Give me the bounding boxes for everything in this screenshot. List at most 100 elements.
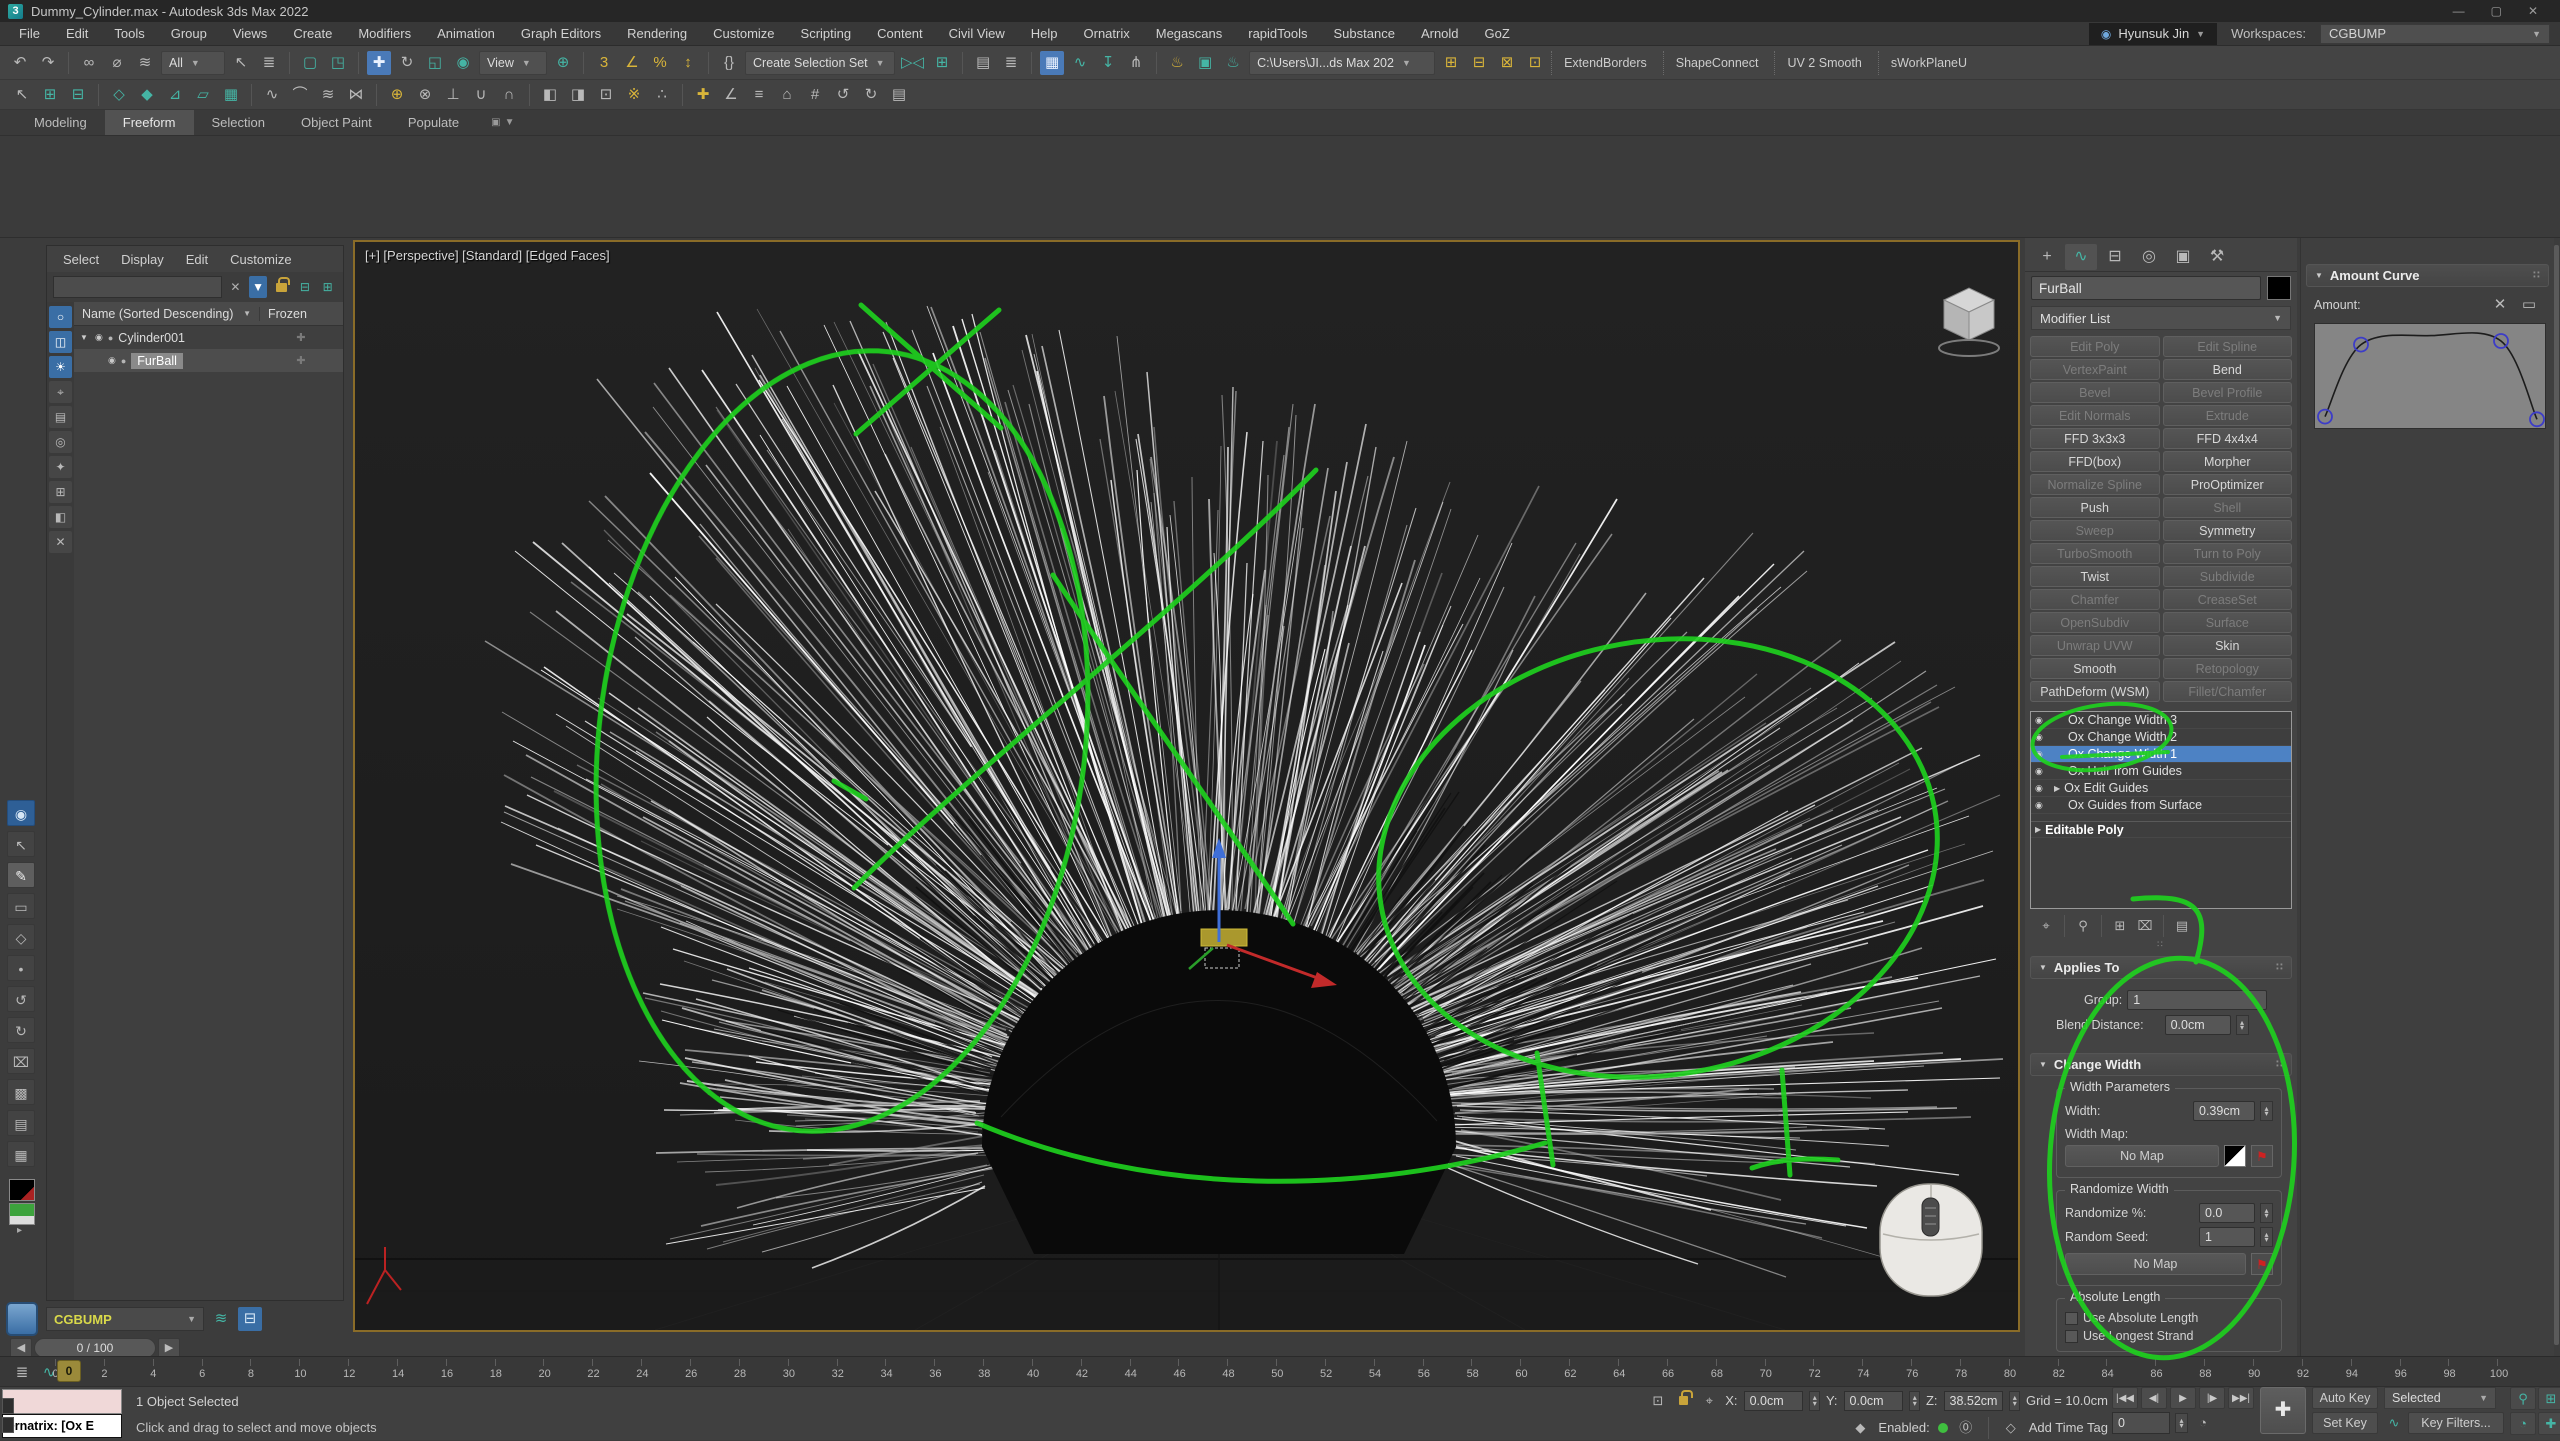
link-file-icon[interactable]: ⊠ xyxy=(1495,51,1519,75)
expand-tree-icon[interactable]: ⊞ xyxy=(318,276,337,298)
menu-item[interactable]: Customize xyxy=(702,22,785,45)
modifier-set-button[interactable]: Subdivide xyxy=(2163,566,2293,587)
ribbon-tab[interactable]: Selection xyxy=(194,110,283,135)
modeling-tool-icon[interactable]: ⌒ xyxy=(288,83,312,107)
custom-toolbar-button[interactable]: sWorkPlaneU xyxy=(1878,51,1979,75)
next-frame-button[interactable]: ▶ xyxy=(158,1338,180,1358)
expand-caret-icon[interactable]: ▶ xyxy=(2035,825,2041,834)
secondary-color-swatch[interactable] xyxy=(9,1203,35,1225)
frozen-cell-icon[interactable]: ✚ xyxy=(259,354,343,367)
layer-stack-icon[interactable]: ≋ xyxy=(209,1307,233,1331)
key-mode-icon[interactable]: ∿ xyxy=(2384,1413,2404,1433)
search-filter-icon[interactable]: ▼ xyxy=(249,276,268,298)
modeling-tool-icon[interactable]: ≡ xyxy=(747,83,771,107)
time-slider-handle[interactable]: 0 xyxy=(57,1360,81,1382)
motion-tab-icon[interactable]: ◎ xyxy=(2133,244,2165,270)
modifier-stack-item[interactable]: ◉ Ox Hair from Guides xyxy=(2031,763,2291,780)
rendered-frame-window-icon[interactable]: ▣ xyxy=(1193,51,1217,75)
modifier-set-button[interactable]: Skin xyxy=(2163,635,2293,656)
modeling-tool-icon[interactable]: ⊡ xyxy=(594,83,618,107)
lock-icon[interactable] xyxy=(276,283,286,292)
filter-geometry-icon[interactable]: ◫ xyxy=(49,331,72,353)
filter-containers-icon[interactable]: ⊞ xyxy=(49,481,72,503)
modifier-set-button[interactable]: Surface xyxy=(2163,612,2293,633)
panel-scrollbar[interactable] xyxy=(2554,245,2559,1345)
menu-item[interactable]: GoZ xyxy=(1474,22,1521,45)
modifier-eye-icon[interactable]: ◉ xyxy=(2035,715,2050,726)
listener-script-line[interactable]: Ornatrix: [Ox E xyxy=(2,1414,122,1438)
key-filters-button[interactable]: Key Filters... xyxy=(2408,1412,2504,1434)
modifier-set-button[interactable]: Retopology xyxy=(2163,658,2293,679)
modifier-set-button[interactable]: FFD 3x3x3 xyxy=(2030,428,2160,449)
width-map-button[interactable]: No Map xyxy=(2065,1145,2219,1167)
select-by-name-icon[interactable]: ≣ xyxy=(257,51,281,75)
maximize-icon[interactable]: ▢ xyxy=(2491,4,2502,18)
modifier-set-button[interactable]: OpenSubdiv xyxy=(2030,612,2160,633)
spinner-control[interactable]: ▴▾ xyxy=(2175,1413,2188,1433)
rollout-header[interactable]: ▼ Change Width ∷ xyxy=(2030,1053,2292,1076)
modeling-tool-icon[interactable]: ▱ xyxy=(191,83,215,107)
select-and-rotate-icon[interactable]: ↻ xyxy=(395,51,419,75)
column-header-name[interactable]: Name (Sorted Descending)▼ xyxy=(74,307,259,321)
menu-item[interactable]: File xyxy=(8,22,51,45)
use-pivot-point-center-icon[interactable]: ⊕ xyxy=(551,51,575,75)
schematic-view-icon[interactable]: ⋔ xyxy=(1124,51,1148,75)
set-key-button[interactable]: Set Key xyxy=(2312,1412,2378,1434)
menu-item[interactable]: Graph Editors xyxy=(510,22,612,45)
window-crossing-icon[interactable]: ◳ xyxy=(326,51,350,75)
reference-file-icon[interactable]: ⊡ xyxy=(1523,51,1547,75)
modeling-tool-icon[interactable]: ※ xyxy=(622,83,646,107)
custom-toolbar-button[interactable]: UV 2 Smooth xyxy=(1774,51,1873,75)
menu-item[interactable]: Modifiers xyxy=(347,22,422,45)
modifier-set-button[interactable]: Normalize Spline xyxy=(2030,474,2160,495)
column-header-frozen[interactable]: Frozen xyxy=(259,307,343,321)
filter-bones-icon[interactable]: ✦ xyxy=(49,456,72,478)
randomize-map-button[interactable]: No Map xyxy=(2065,1253,2246,1275)
explorer-menu-item[interactable]: Display xyxy=(111,252,174,267)
z-coordinate-field[interactable]: 38.52cm xyxy=(1944,1391,2004,1411)
explorer-search-input[interactable] xyxy=(53,276,222,298)
zoom-all-icon[interactable]: ⊞ xyxy=(2538,1387,2560,1410)
map-preview-swatch[interactable] xyxy=(2224,1145,2246,1167)
show-end-result-icon[interactable]: ⚲ xyxy=(2072,915,2094,937)
make-unique-icon[interactable]: ⊞ xyxy=(2109,915,2131,937)
menu-item[interactable]: Views xyxy=(222,22,278,45)
search-clear-icon[interactable]: ✕ xyxy=(226,276,245,298)
ribbon-tab[interactable]: Object Paint xyxy=(283,110,390,135)
menu-item[interactable]: rapidTools xyxy=(1237,22,1318,45)
modifier-set-button[interactable]: Smooth xyxy=(2030,658,2160,679)
filter-more-icon[interactable]: ✕ xyxy=(49,531,72,553)
close-icon[interactable]: ✕ xyxy=(2528,4,2538,18)
group-field[interactable]: 1 xyxy=(2127,990,2267,1010)
menu-item[interactable]: Substance xyxy=(1323,22,1406,45)
modifier-set-button[interactable]: Morpher xyxy=(2163,451,2293,472)
collapse-tree-icon[interactable]: ⊟ xyxy=(296,276,315,298)
minimize-icon[interactable]: — xyxy=(2453,4,2465,18)
menu-item[interactable]: Arnold xyxy=(1410,22,1470,45)
modeling-tool-icon[interactable]: ⊞ xyxy=(38,83,62,107)
modeling-tool-icon[interactable]: ⊟ xyxy=(66,83,90,107)
brush-tool-icon[interactable]: ✎ xyxy=(7,862,35,888)
modifier-eye-icon[interactable]: ◉ xyxy=(2035,732,2050,743)
menu-item[interactable]: Create xyxy=(282,22,343,45)
previous-frame-button[interactable]: ◀ xyxy=(10,1338,32,1358)
mirror-icon[interactable]: ▷◁ xyxy=(899,51,926,75)
percent-snap-icon[interactable]: % xyxy=(648,51,672,75)
angle-snap-icon[interactable]: ∠ xyxy=(620,51,644,75)
modeling-tool-icon[interactable]: ⌂ xyxy=(775,83,799,107)
spinner-control[interactable]: ▴▾ xyxy=(2260,1203,2273,1223)
named-selection-set-dropdown[interactable]: Create Selection Set▼ xyxy=(745,51,895,75)
amount-curve-graph[interactable] xyxy=(2314,323,2546,429)
toggle-scene-explorer-icon[interactable]: ▦ xyxy=(1040,51,1064,75)
strip-expand-icon[interactable]: ▸ xyxy=(8,1225,35,1236)
next-frame-icon[interactable]: |▶ xyxy=(2199,1387,2225,1409)
modifier-set-button[interactable]: Bevel Profile xyxy=(2163,382,2293,403)
layer-dropdown[interactable]: CGBUMP▼ xyxy=(46,1307,204,1331)
isolate-selection-icon[interactable]: ⊡ xyxy=(1648,1391,1668,1411)
modeling-tool-icon[interactable]: ▤ xyxy=(887,83,911,107)
ribbon-tab[interactable]: Populate xyxy=(390,110,477,135)
rectangular-selection-region-icon[interactable]: ▢ xyxy=(298,51,322,75)
project-folder-dropdown[interactable]: C:\Users\JI...ds Max 202▼ xyxy=(1249,51,1435,75)
map-enable-flag-icon[interactable]: ⚑ xyxy=(2251,1145,2273,1167)
modifier-set-button[interactable]: Push xyxy=(2030,497,2160,518)
